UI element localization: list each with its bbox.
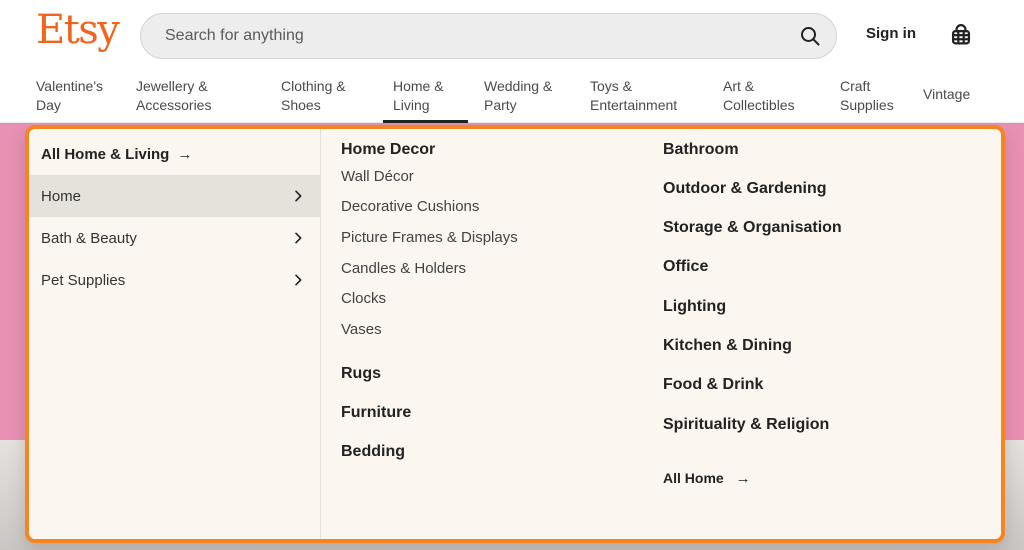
nav-item-clothing-shoes[interactable]: Clothing & Shoes [271, 66, 383, 122]
nav-item-toys-entertainment[interactable]: Toys & Entertainment [580, 66, 713, 122]
all-home-label: All Home [663, 470, 724, 486]
dropdown-left-column: All Home & Living → Home Bath & Beauty P… [29, 129, 321, 539]
link-vases[interactable]: Vases [341, 321, 382, 338]
link-bedding[interactable]: Bedding [341, 443, 405, 461]
left-item-label: Pet Supplies [41, 272, 125, 289]
link-candles-holders[interactable]: Candles & Holders [341, 260, 466, 277]
etsy-page: Etsy Sign in Valentine's Day [0, 0, 1024, 550]
link-picture-frames-displays[interactable]: Picture Frames & Displays [341, 229, 518, 246]
left-item-home[interactable]: Home [29, 175, 320, 217]
site-header: Etsy Sign in [0, 0, 1024, 66]
search-input[interactable] [141, 14, 784, 58]
nav-item-art-collectibles[interactable]: Art & Collectibles [713, 66, 830, 122]
link-storage-organisation[interactable]: Storage & Organisation [663, 219, 842, 237]
link-clocks[interactable]: Clocks [341, 290, 386, 307]
search-icon[interactable] [784, 14, 836, 58]
left-item-label: Home [41, 188, 81, 205]
link-office[interactable]: Office [663, 258, 708, 276]
etsy-logo[interactable]: Etsy [36, 6, 118, 54]
nav-item-home-living[interactable]: Home & Living [383, 66, 474, 122]
home-living-dropdown: All Home & Living → Home Bath & Beauty P… [25, 125, 1005, 543]
left-item-bath-beauty[interactable]: Bath & Beauty [29, 217, 320, 259]
link-rugs[interactable]: Rugs [341, 365, 381, 383]
basket-icon[interactable] [944, 17, 978, 51]
link-home-decor[interactable]: Home Decor [341, 141, 435, 159]
link-outdoor-gardening[interactable]: Outdoor & Gardening [663, 180, 827, 198]
link-lighting[interactable]: Lighting [663, 298, 726, 316]
search-bar[interactable] [140, 13, 837, 59]
chevron-right-icon [290, 272, 306, 288]
nav-item-jewellery-accessories[interactable]: Jewellery & Accessories [126, 66, 271, 122]
nav-item-wedding-party[interactable]: Wedding & Party [474, 66, 580, 122]
link-furniture[interactable]: Furniture [341, 404, 411, 422]
nav-item-vintage[interactable]: Vintage [913, 66, 983, 122]
arrow-right-icon: → [177, 146, 192, 163]
sign-in-link[interactable]: Sign in [866, 25, 916, 42]
left-item-pet-supplies[interactable]: Pet Supplies [29, 259, 320, 301]
link-kitchen-dining[interactable]: Kitchen & Dining [663, 337, 792, 355]
link-food-drink[interactable]: Food & Drink [663, 376, 763, 394]
link-spirituality-religion[interactable]: Spirituality & Religion [663, 416, 829, 434]
all-home-living-link[interactable]: All Home & Living → [29, 133, 320, 175]
link-wall-decor[interactable]: Wall Décor [341, 168, 414, 185]
chevron-right-icon [290, 230, 306, 246]
link-bathroom[interactable]: Bathroom [663, 141, 739, 159]
arrow-right-icon: → [736, 470, 751, 487]
chevron-right-icon [290, 188, 306, 204]
nav-item-craft-supplies[interactable]: Craft Supplies [830, 66, 913, 122]
category-nav: Valentine's Day Jewellery & Accessories … [0, 66, 1024, 123]
left-item-label: Bath & Beauty [41, 230, 137, 247]
all-home-living-label: All Home & Living [41, 146, 169, 163]
all-home-link[interactable]: All Home → [663, 470, 751, 487]
nav-item-valentines-day[interactable]: Valentine's Day [26, 66, 126, 122]
link-decorative-cushions[interactable]: Decorative Cushions [341, 198, 479, 215]
